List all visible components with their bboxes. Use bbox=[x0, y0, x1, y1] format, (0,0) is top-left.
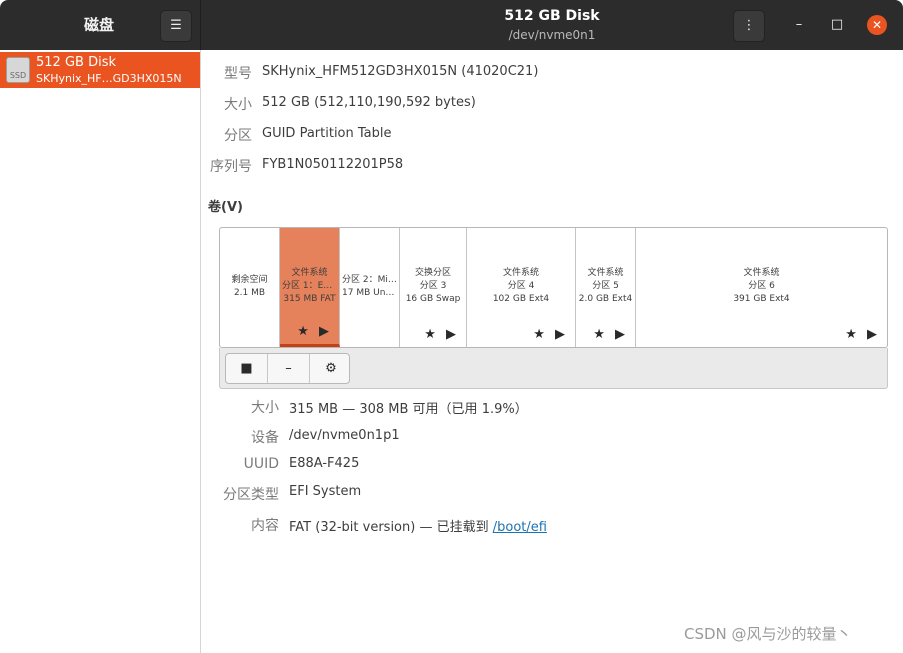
mounted-star-icon: ★ ▶ bbox=[533, 327, 568, 342]
size-label: 大小 bbox=[224, 97, 252, 113]
partition-line: 文件系统 bbox=[502, 268, 539, 278]
partition-line: 文件系统 bbox=[743, 268, 780, 278]
partition-line: 391 GB Ext4 bbox=[733, 294, 790, 304]
maximize-button[interactable]: □ bbox=[828, 16, 846, 34]
minimize-button[interactable]: – bbox=[790, 16, 808, 34]
partition-line: 2.0 GB Ext4 bbox=[578, 294, 633, 304]
mounted-star-icon: ★ ▶ bbox=[297, 324, 332, 339]
partition-4[interactable]: 文件系统 分区 4 102 GB Ext4 ★ ▶ bbox=[467, 228, 576, 347]
partition-line: 102 GB Ext4 bbox=[492, 294, 550, 304]
partition-2[interactable]: 分区 2：Mic… 17 MB Unk… bbox=[340, 228, 400, 347]
minus-icon: – bbox=[285, 361, 292, 376]
vertical-dots-icon: ⋮ bbox=[742, 18, 756, 33]
partition-line: 交换分区 bbox=[414, 268, 451, 278]
partition-3[interactable]: 交换分区 分区 3 16 GB Swap ★ ▶ bbox=[400, 228, 467, 347]
partitioning-label: 分区 bbox=[224, 128, 252, 144]
partition-1[interactable]: 文件系统 分区 1：EFI… 315 MB FAT ★ ▶ bbox=[280, 228, 340, 347]
selected-size-label: 大小 bbox=[251, 400, 279, 416]
mounted-star-icon: ★ ▶ bbox=[845, 327, 880, 342]
partition-5[interactable]: 文件系统 分区 5 2.0 GB Ext4 ★ ▶ bbox=[576, 228, 636, 347]
selected-uuid-value: E88A-F425 bbox=[289, 456, 360, 471]
volumes-heading: 卷(V) bbox=[208, 200, 243, 215]
selected-type-value: EFI System bbox=[289, 484, 362, 499]
hamburger-icon: ☰ bbox=[170, 18, 182, 33]
selected-size-value: 315 MB — 308 MB 可用（已用 1.9%） bbox=[289, 402, 528, 417]
selected-type-label: 分区类型 bbox=[223, 487, 279, 503]
partition-6[interactable]: 文件系统 分区 6 391 GB Ext4 ★ ▶ bbox=[636, 228, 887, 347]
partition-line: 分区 6 bbox=[748, 281, 775, 291]
gears-icon: ⚙ bbox=[325, 361, 337, 376]
selected-contents-value: FAT (32-bit version) — 已挂载到 /boot/efi bbox=[289, 516, 547, 535]
ssd-icon: SSD bbox=[6, 57, 30, 83]
sidebar: SSD 512 GB Disk SKHynix_HF…GD3HX015N bbox=[0, 50, 201, 653]
sidebar-item-name: 512 GB Disk bbox=[36, 55, 116, 70]
partition-line: 分区 4 bbox=[507, 281, 535, 291]
volume-grid: 剩余空间 2.1 MB 文件系统 分区 1：EFI… 315 MB FAT ★ … bbox=[219, 227, 888, 348]
partition-line: 文件系统 bbox=[587, 268, 624, 278]
partition-line: 2.1 MB bbox=[233, 288, 266, 298]
stop-icon: ■ bbox=[240, 361, 253, 376]
partition-line: 315 MB FAT bbox=[283, 294, 336, 304]
selected-device-value: /dev/nvme0n1p1 bbox=[289, 428, 400, 443]
mounted-star-icon: ★ ▶ bbox=[424, 327, 459, 342]
disk-menu-button[interactable]: ⋮ bbox=[733, 10, 765, 42]
partitioning-value: GUID Partition Table bbox=[262, 126, 392, 141]
header-bar: 磁盘 ☰ 512 GB Disk /dev/nvme0n1 ⋮ – □ ✕ bbox=[0, 0, 903, 50]
partition-line: 文件系统 bbox=[291, 268, 328, 278]
selected-contents-label: 内容 bbox=[251, 518, 279, 534]
sidebar-item-disk[interactable]: SSD 512 GB Disk SKHynix_HF…GD3HX015N bbox=[0, 52, 200, 88]
watermark: CSDN @风与沙的较量丶 bbox=[684, 625, 852, 643]
volume-actions: ■ – ⚙ bbox=[225, 353, 350, 384]
close-icon: ✕ bbox=[871, 18, 883, 32]
contents-text: FAT (32-bit version) — 已挂载到 bbox=[289, 520, 493, 535]
sidebar-item-model: SKHynix_HF…GD3HX015N bbox=[36, 72, 182, 85]
partition-line: 17 MB Unk… bbox=[342, 288, 397, 298]
size-value: 512 GB (512,110,190,592 bytes) bbox=[262, 95, 476, 110]
selected-device-label: 设备 bbox=[251, 430, 279, 446]
serial-label: 序列号 bbox=[210, 159, 252, 175]
minimize-icon: – bbox=[795, 17, 803, 32]
delete-partition-button[interactable]: – bbox=[268, 354, 310, 383]
partition-line: 分区 2：Mic… bbox=[342, 275, 397, 285]
unmount-button[interactable]: ■ bbox=[226, 354, 268, 383]
mounted-star-icon: ★ ▶ bbox=[593, 327, 628, 342]
partition-line: 剩余空间 bbox=[231, 275, 268, 285]
serial-value: FYB1N050112201P58 bbox=[262, 157, 404, 172]
partition-line: 分区 3 bbox=[419, 281, 447, 291]
model-value: SKHynix_HFM512GD3HX015N (41020C21) bbox=[262, 64, 539, 79]
app-menu-button[interactable]: ☰ bbox=[160, 10, 192, 42]
partition-settings-button[interactable]: ⚙ bbox=[310, 354, 349, 383]
model-label: 型号 bbox=[224, 66, 252, 82]
partition-free-space[interactable]: 剩余空间 2.1 MB bbox=[220, 228, 280, 347]
volume-toolbar: ■ – ⚙ bbox=[219, 348, 888, 389]
close-button[interactable]: ✕ bbox=[867, 15, 887, 35]
partition-line: 分区 5 bbox=[592, 281, 619, 291]
mount-point-link[interactable]: /boot/efi bbox=[493, 520, 547, 535]
partition-line: 16 GB Swap bbox=[405, 294, 461, 304]
maximize-icon: □ bbox=[830, 17, 844, 32]
partition-line: 分区 1：EFI… bbox=[282, 281, 337, 291]
selected-uuid-label: UUID bbox=[243, 456, 279, 472]
